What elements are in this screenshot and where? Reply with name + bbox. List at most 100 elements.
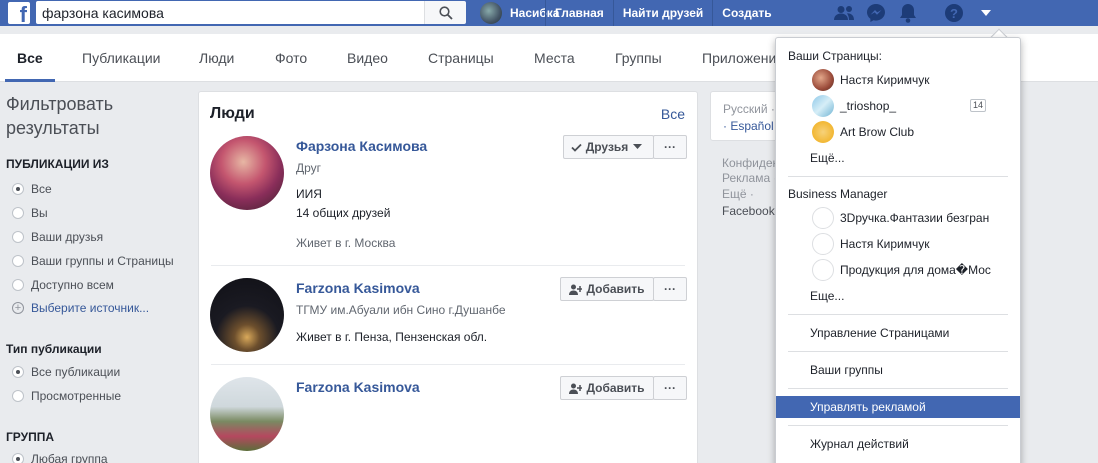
filter-option-you[interactable]: Вы: [12, 206, 48, 220]
filter-option-public[interactable]: Доступно всем: [12, 278, 114, 292]
page-item[interactable]: Настя Киримчук: [776, 69, 1020, 91]
nav-divider: [924, 0, 938, 26]
filter-option-friends[interactable]: Ваши друзья: [12, 230, 103, 244]
menu-divider: [788, 351, 1008, 352]
radio: [12, 390, 24, 402]
more-options-button[interactable]: ···: [653, 135, 687, 159]
search-icon: [439, 6, 453, 20]
person-name-link[interactable]: Фарзона Касимова: [296, 138, 427, 154]
language-current: Русский ·: [723, 102, 775, 116]
footer-more-link[interactable]: Ещё ·: [722, 187, 754, 201]
business-more-link[interactable]: Еще...: [776, 285, 1020, 307]
filter-heading-post-type: Тип публикации: [6, 342, 102, 356]
people-results-card: Люди Все Фарзона Касимова Друг ИИЯ 14 об…: [198, 91, 698, 463]
person-avatar[interactable]: [210, 136, 284, 210]
person-education: ИИЯ: [296, 187, 322, 201]
people-section-title: Люди: [210, 105, 255, 122]
person-avatar[interactable]: [210, 278, 284, 352]
tab-people[interactable]: Люди: [199, 50, 234, 66]
facebook-logo-icon[interactable]: f: [8, 2, 30, 26]
tab-all[interactable]: Все: [17, 50, 43, 66]
checkmark-icon: [571, 143, 582, 152]
menu-divider: [788, 176, 1008, 177]
help-icon[interactable]: ?: [938, 0, 970, 26]
radio-selected: [12, 453, 24, 463]
person-relation: Друг: [296, 161, 322, 175]
footer-privacy-link[interactable]: Конфиден: [722, 156, 779, 170]
filter-option-any-group[interactable]: Любая группа: [12, 452, 108, 463]
person-name-link[interactable]: Farzona Kasimova: [296, 379, 420, 395]
more-options-button[interactable]: ···: [653, 376, 687, 400]
language-spanish-link[interactable]: · Español: [723, 119, 774, 133]
tab-pages[interactable]: Страницы: [428, 50, 494, 66]
tab-videos[interactable]: Видео: [347, 50, 388, 66]
radio: [12, 255, 24, 267]
person-education: ТГМУ им.Абуали ибн Сино г.Душанбе: [296, 303, 506, 317]
tab-photos[interactable]: Фото: [275, 50, 307, 66]
person-avatar[interactable]: [210, 377, 284, 451]
search-input[interactable]: фарзона касимова: [36, 1, 424, 24]
row-divider: [211, 265, 685, 266]
plus-circle-icon: +: [12, 302, 24, 314]
tab-apps[interactable]: Приложения: [702, 50, 784, 66]
nav-create-link[interactable]: Создать: [712, 0, 780, 26]
person-location: Живет в г. Пенза, Пензенская обл.: [296, 330, 488, 344]
filter-option-groups-pages[interactable]: Ваши группы и Страницы: [12, 254, 174, 268]
page-item[interactable]: Art Brow Club: [776, 121, 1020, 143]
nav-links: Главная Найти друзей Создать: [545, 0, 781, 26]
add-friend-button[interactable]: Добавить: [560, 376, 654, 400]
more-options-button[interactable]: ···: [653, 277, 687, 301]
notification-badge: 14: [970, 99, 986, 112]
filter-title: Фильтровать результаты: [6, 94, 114, 138]
person-location: Живет в г. Москва: [296, 236, 396, 250]
radio: [12, 279, 24, 291]
chevron-down-icon: [633, 144, 643, 149]
menu-divider: [788, 425, 1008, 426]
your-pages-heading: Ваши Страницы:: [788, 49, 883, 63]
svg-text:?: ?: [950, 6, 958, 21]
filter-option-viewed[interactable]: Просмотренные: [12, 389, 121, 403]
business-item[interactable]: 3Dручка.Фантазии безгран: [776, 207, 1020, 229]
friends-icon[interactable]: [828, 0, 860, 26]
avatar: [480, 2, 502, 24]
friends-button[interactable]: Друзья: [563, 135, 654, 159]
account-dropdown-menu: Ваши Страницы: Настя Киримчук _trioshop_…: [775, 37, 1021, 463]
see-all-link[interactable]: Все: [661, 106, 685, 122]
business-item[interactable]: Продукция для дома�Мос: [776, 259, 1020, 281]
tab-groups[interactable]: Группы: [615, 50, 662, 66]
nav-find-friends-link[interactable]: Найти друзей: [612, 0, 712, 26]
manage-pages-item[interactable]: Управление Страницами: [776, 322, 1020, 344]
business-item[interactable]: Настя Киримчук: [776, 233, 1020, 255]
nav-home-link[interactable]: Главная: [545, 0, 613, 26]
choose-source-link[interactable]: + Выберите источник...: [12, 301, 149, 315]
tab-posts[interactable]: Публикации: [82, 50, 160, 66]
nav-icons: ?: [828, 0, 1002, 26]
person-mutual-friends[interactable]: 14 общих друзей: [296, 206, 390, 220]
radio: [12, 231, 24, 243]
active-tab-indicator: [5, 79, 55, 82]
manage-ads-item[interactable]: Управлять рекламой: [776, 396, 1020, 418]
filter-heading-group: ГРУППА: [6, 430, 55, 444]
pages-more-link[interactable]: Ещё...: [776, 147, 1020, 169]
filter-heading-posts-from: ПУБЛИКАЦИИ ИЗ: [6, 157, 109, 171]
filter-option-all-posts[interactable]: Все публикации: [12, 365, 120, 379]
radio-selected: [12, 183, 24, 195]
search-button[interactable]: [424, 1, 466, 24]
messenger-icon[interactable]: [860, 0, 892, 26]
menu-divider: [788, 314, 1008, 315]
add-friend-icon: [569, 284, 583, 295]
filter-option-all[interactable]: Все: [12, 182, 52, 196]
your-groups-item[interactable]: Ваши группы: [776, 359, 1020, 381]
add-friend-button[interactable]: Добавить: [560, 277, 654, 301]
top-navigation-bar: f фарзона касимова Насибка Главная Найти…: [0, 0, 1098, 26]
business-manager-heading: Business Manager: [788, 187, 888, 201]
person-name-link[interactable]: Farzona Kasimova: [296, 280, 420, 296]
notifications-icon[interactable]: [892, 0, 924, 26]
radio: [12, 207, 24, 219]
row-divider: [211, 364, 685, 365]
activity-log-item[interactable]: Журнал действий: [776, 433, 1020, 455]
footer-ads-link[interactable]: Реклама ·: [722, 171, 777, 185]
footer-copyright: Facebook: [722, 204, 775, 218]
menu-caret-icon[interactable]: [970, 0, 1002, 26]
tab-places[interactable]: Места: [534, 50, 575, 66]
